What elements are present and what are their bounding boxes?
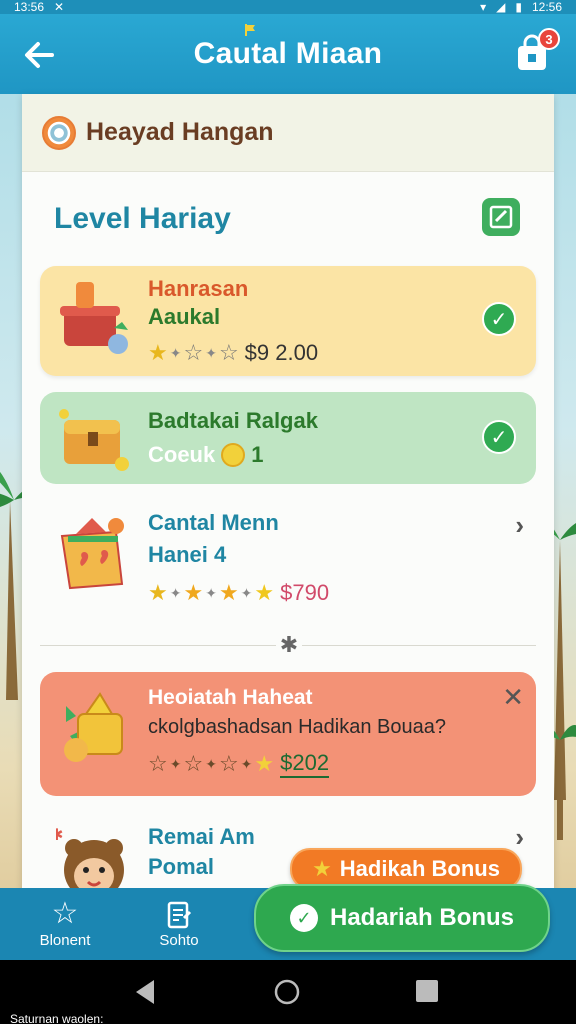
- star-outline-icon: ☆: [183, 751, 204, 776]
- star-icon: ★: [254, 580, 275, 605]
- check-icon[interactable]: ✓: [482, 420, 516, 454]
- nav-recents-icon[interactable]: [414, 978, 440, 1004]
- edit-button[interactable]: [482, 198, 520, 236]
- gift-bag-icon: [60, 518, 124, 590]
- star-icon: ★: [312, 856, 332, 881]
- check-icon: ✓: [289, 904, 318, 932]
- panel-header: Heayad Hangan: [22, 94, 554, 172]
- star-outline-icon: ☆: [218, 751, 239, 776]
- nav-item-home[interactable]: ☆ Blonent: [20, 896, 110, 949]
- star-outline-icon: ☆: [148, 751, 168, 776]
- tools-icon: ✱: [276, 632, 302, 658]
- pineapple-gift-icon: [64, 692, 123, 762]
- clipboard-icon: [134, 896, 224, 932]
- status-time-right: 12:56: [531, 0, 562, 14]
- status-bar: 13:56 ✕ ▾ ◢ ▮ 12:56: [0, 0, 576, 14]
- bear-avatar-icon: ✱: [56, 826, 124, 894]
- card-title: Badtakai Ralgak: [148, 408, 318, 433]
- target-icon: [42, 115, 76, 150]
- coin-icon: [221, 443, 246, 467]
- app-bar: Cautal Miaan 3: [0, 14, 576, 94]
- star-icon: ★: [218, 580, 239, 605]
- star-outline-icon: ☆: [51, 897, 79, 930]
- nav-home-icon[interactable]: [273, 978, 301, 1006]
- level-card-4[interactable]: Heoiatah Haheat ckolgbashadsan Hadikan B…: [40, 672, 536, 796]
- app-title: Cautal Miaan: [194, 24, 383, 71]
- card-price: $202: [280, 750, 330, 778]
- wifi-icon: ▾: [480, 0, 487, 14]
- nav-label: Blonent: [39, 932, 91, 949]
- card-subtitle: Pomal: [148, 854, 215, 879]
- card-subtitle: Coeuk: [148, 442, 216, 467]
- flag-icon: [244, 24, 255, 36]
- level-card-1[interactable]: Hanrasan Aaukal ★ ✦ ☆ ✦ ☆ $9 2.00 ✓: [40, 266, 536, 376]
- star-icon: ★: [148, 580, 168, 605]
- card-subtitle: Aaukal: [148, 304, 221, 329]
- nav-back-icon[interactable]: [132, 978, 158, 1006]
- star-icon: ★: [254, 751, 275, 776]
- level-panel: Heayad Hangan Level Hariay Hanrasan Aauk…: [22, 94, 554, 894]
- card-title: Remai Am: [148, 824, 255, 849]
- close-icon[interactable]: ✕: [502, 682, 524, 713]
- card-title: Hanrasan: [148, 276, 249, 301]
- card-price: $790: [280, 580, 330, 605]
- battery-icon: ▮: [515, 0, 522, 14]
- bonus-big-button[interactable]: ✓ Hadariah Bonus: [254, 884, 550, 952]
- status-time: 13:56: [14, 0, 45, 14]
- nav-label: Sohto: [159, 932, 199, 949]
- treasure-chest-icon: [59, 409, 129, 471]
- check-icon[interactable]: ✓: [482, 302, 516, 336]
- rating-row: ★ ✦ ☆ ✦ ☆ $9 2.00: [148, 340, 319, 365]
- notification-icon: ✕: [54, 0, 65, 14]
- signal-icon: ◢: [496, 0, 506, 14]
- card-price: $9 2.00: [244, 340, 319, 365]
- chevron-right-icon[interactable]: ›: [515, 510, 524, 541]
- level-card-2[interactable]: Badtakai Ralgak Coeuk 1 ✓: [40, 392, 536, 484]
- footer-caption: Saturnan waolen:: [10, 1012, 104, 1024]
- rating-row: ★ ✦ ★ ✦ ★ ✦ ★ $790: [148, 580, 330, 605]
- nav-item-sohto[interactable]: Sohto: [134, 896, 224, 949]
- star-outline-icon: ☆: [218, 340, 239, 365]
- rating-row: ☆ ✦ ☆ ✦ ☆ ✦ ★ $202: [148, 750, 330, 778]
- shopping-bag-button[interactable]: 3: [512, 28, 560, 74]
- card-subtitle: Hanei 4: [148, 542, 227, 567]
- card-title: Heoiatah Haheat: [148, 686, 313, 709]
- edit-icon: [489, 205, 513, 229]
- bonus-big-label: Hadariah Bonus: [329, 904, 515, 931]
- chevron-right-icon[interactable]: ›: [515, 822, 524, 853]
- level-card-3[interactable]: Cantal Menn Hanei 4 ★ ✦ ★ ✦ ★ ✦ ★ $790 ›: [40, 498, 536, 628]
- svg-text:✱: ✱: [56, 826, 63, 844]
- card-title: Cantal Menn: [148, 510, 279, 535]
- basket-icon: [60, 282, 128, 354]
- star-icon: ★: [183, 580, 204, 605]
- bonus-small-label: Hadikah Bonus: [339, 856, 500, 881]
- panel-header-label: Heayad Hangan: [86, 118, 274, 146]
- star-outline-icon: ☆: [183, 340, 204, 365]
- section-title: Level Hariay: [54, 202, 231, 235]
- coin-count: 1: [251, 442, 264, 467]
- star-icon: ★: [148, 340, 168, 365]
- card-subtitle: ckolgbashadsan Hadikan Bouaa?: [148, 716, 446, 738]
- back-arrow-icon[interactable]: [22, 38, 58, 74]
- card-coins-row: Coeuk 1: [148, 442, 264, 468]
- cart-badge: 3: [538, 28, 560, 50]
